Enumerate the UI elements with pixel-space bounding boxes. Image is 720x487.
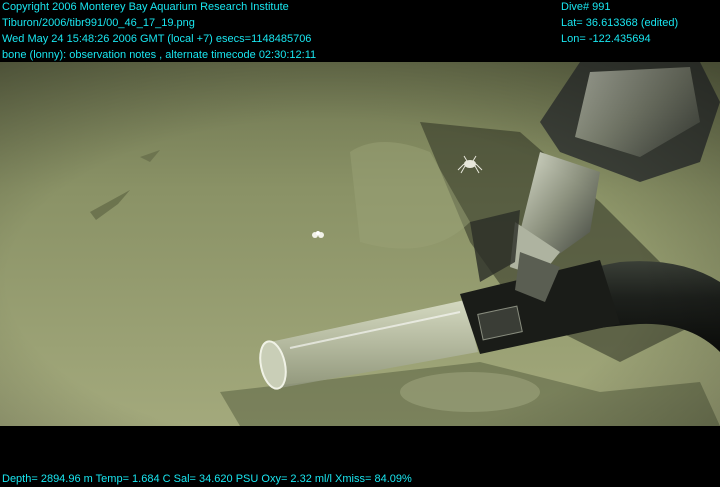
overlay-bottom-telemetry: Depth= 2894.96 m Temp= 1.684 C Sal= 34.6… [2,471,412,487]
seafloor-scene [0,62,720,426]
dive-number-line: Dive# 991 [561,1,611,13]
latitude-line: Lat= 36.613368 (edited) [561,17,679,29]
vignette [0,62,720,426]
copyright-line: Copyright 2006 Monterey Bay Aquarium Res… [2,1,289,13]
observation-notes-line: bone (lonny): observation notes , altern… [2,49,317,61]
timestamp-line: Wed May 24 15:48:26 2006 GMT (local +7) … [2,33,312,45]
overlay-top-right: Dive# 991 Lat= 36.613368 (edited) Lon= -… [561,0,678,47]
telemetry-line: Depth= 2894.96 m Temp= 1.684 C Sal= 34.6… [2,473,412,485]
image-path-line: Tiburon/2006/tibr991/00_46_17_19.png [2,17,195,29]
overlay-top-left: Copyright 2006 Monterey Bay Aquarium Res… [2,0,316,63]
longitude-line: Lon= -122.435694 [561,33,651,45]
